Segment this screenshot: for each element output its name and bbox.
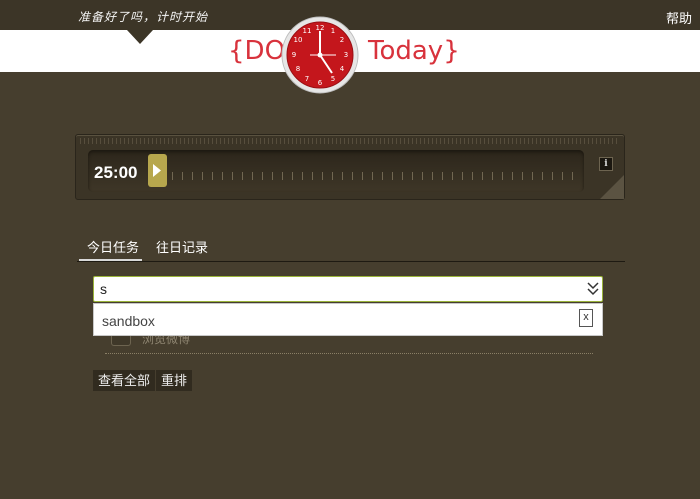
svg-text:4: 4 — [340, 65, 345, 73]
task-combobox[interactable] — [93, 276, 603, 302]
clock-logo-icon: 12 1 2 3 4 5 6 7 8 9 10 11 — [280, 15, 360, 95]
tagline: 准备好了吗，计时开始 — [78, 10, 209, 24]
svg-text:5: 5 — [331, 75, 335, 83]
tab-bar: 今日任务 往日记录 — [77, 234, 625, 262]
chevron-down-icon[interactable] — [587, 281, 599, 297]
svg-text:10: 10 — [294, 36, 303, 44]
task-input[interactable] — [94, 277, 586, 301]
reorder-button[interactable]: 重排 — [156, 370, 193, 391]
svg-text:12: 12 — [316, 24, 325, 32]
timer-panel: 25:00 i — [75, 134, 625, 200]
ruler-ticks-top — [80, 138, 620, 144]
timer-slider-handle[interactable] — [148, 154, 167, 187]
autocomplete-dropdown: sandbox x — [93, 303, 603, 336]
logo-text-do: {DO — [228, 36, 286, 66]
svg-text:6: 6 — [318, 79, 323, 87]
task-separator — [105, 353, 593, 354]
timer-scale-ticks — [172, 172, 582, 180]
tab-history[interactable]: 往日记录 — [156, 237, 208, 256]
corner-fold — [600, 175, 624, 199]
help-link[interactable]: 帮助 — [666, 8, 692, 27]
svg-text:9: 9 — [292, 51, 296, 59]
svg-text:3: 3 — [344, 51, 348, 59]
time-display: 25:00 — [94, 163, 138, 182]
logo-text-today: Today} — [368, 36, 460, 66]
svg-text:11: 11 — [303, 27, 312, 35]
play-icon — [153, 164, 161, 177]
timer-track[interactable]: 25:00 — [88, 150, 584, 192]
svg-text:7: 7 — [305, 75, 309, 83]
info-icon[interactable]: i — [599, 157, 613, 171]
notch-indicator — [127, 30, 153, 44]
svg-text:2: 2 — [340, 36, 344, 44]
tab-divider — [77, 261, 625, 262]
view-all-button[interactable]: 查看全部 — [93, 370, 156, 391]
dropdown-item[interactable]: sandbox — [102, 313, 155, 329]
tab-today-tasks[interactable]: 今日任务 — [87, 237, 139, 256]
svg-text:8: 8 — [296, 65, 300, 73]
svg-text:1: 1 — [331, 27, 335, 35]
close-icon[interactable]: x — [579, 309, 593, 327]
